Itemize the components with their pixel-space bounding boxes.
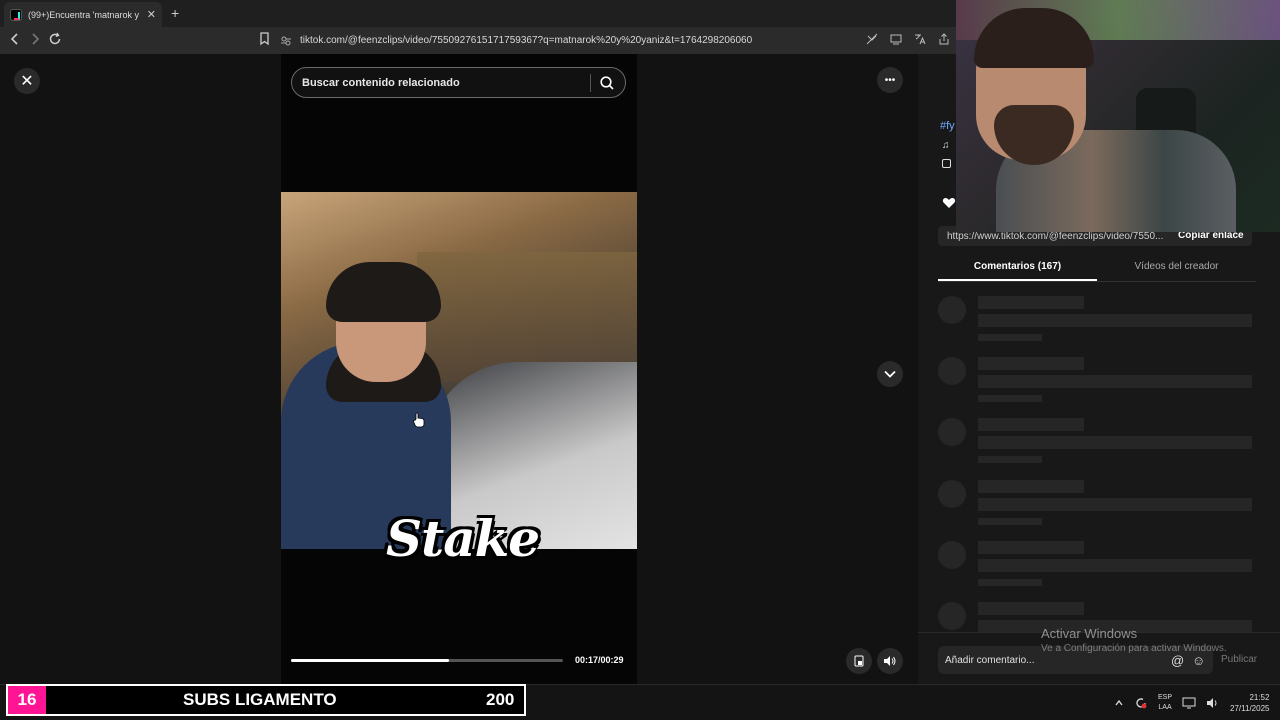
toolbar-icons [866,33,950,45]
comment-skeleton [938,357,1258,407]
volume-icon [884,656,896,666]
video-time: 00:17/00:29 [575,655,624,665]
subs-label: SUBS LIGAMENTO [183,690,337,709]
tab-title: (99+)Encuentra 'matnarok y y [28,9,141,20]
video-column: Buscar contenido relacionado Stake 00:17… [281,54,637,684]
subs-goal: 200 [486,690,515,709]
subs-goal-overlay: 16 SUBS LIGAMENTO 200 [6,684,526,716]
bookmark-icon[interactable] [259,32,270,46]
language-code: ESP [1158,694,1173,701]
language-indicator[interactable]: ESP LAA [1158,693,1172,713]
next-video-button[interactable] [877,361,903,387]
webcam-overlay [956,0,1280,232]
search-placeholder: Buscar contenido relacionado [302,76,460,89]
back-icon[interactable] [10,32,20,46]
hashtag-label[interactable]: #fy [940,120,955,132]
search-icon[interactable] [599,75,615,91]
speaker-icon[interactable] [1206,697,1220,709]
comment-skeleton [938,296,1258,346]
network-icon[interactable] [1182,697,1196,709]
activate-windows-watermark: Activar Windows Ve a Configuración para … [1041,626,1227,654]
related-search-input[interactable]: Buscar contenido relacionado [291,67,626,98]
system-tray: ESP LAA 21:52 27/11/2025 [1114,692,1269,714]
new-tab-button[interactable]: + [171,5,179,21]
url-text[interactable]: tiktok.com/@feenzclips/video/75509276151… [300,35,752,46]
comment-skeleton [938,418,1258,468]
heart-icon[interactable] [942,197,956,209]
video-person-hairline [326,262,441,322]
activate-windows-title: Activar Windows [1041,626,1138,641]
emoji-icon[interactable]: ☺ [1192,653,1205,668]
screen: (99+)Encuentra 'matnarok y y ✕ + tiktok.… [0,0,1280,720]
close-viewer-button[interactable]: ✕ [14,68,40,94]
video-progress-bar[interactable] [291,659,563,662]
panel-tabs: Comentarios (167) Vídeos del creador [938,254,1256,282]
comment-skeleton [938,541,1258,591]
more-options-button[interactable]: ••• [877,67,903,93]
floating-player-icon [854,655,864,667]
video-player[interactable] [281,192,637,549]
sync-icon[interactable] [1134,696,1148,710]
tiktok-favicon-icon [10,8,22,21]
comment-placeholder: Añadir comentario... [945,654,1035,666]
subs-count: 16 [8,686,46,714]
publish-button[interactable]: Publicar [1221,654,1257,665]
comment-skeleton [938,480,1258,530]
cast-icon[interactable] [890,33,902,45]
clock-time: 21:52 [1249,693,1270,702]
translate-icon[interactable] [914,33,926,45]
share-icon[interactable] [938,33,950,45]
clock-date: 27/11/2025 [1230,704,1270,713]
close-tab-icon[interactable]: ✕ [147,8,156,21]
clock[interactable]: 21:52 27/11/2025 [1230,692,1269,714]
video-viewer: ✕ Buscar contenido relacionado Stake 00:… [0,54,918,684]
hand-cursor-icon [413,412,425,428]
capcut-icon [942,159,951,168]
chevron-down-icon [884,370,896,378]
stake-watermark: Stake [386,509,540,568]
tab-creator-videos[interactable]: Vídeos del creador [1097,254,1256,281]
floating-player-button[interactable] [846,648,872,674]
reload-icon[interactable] [48,32,62,46]
site-info-icon[interactable] [280,35,292,47]
share-url-text: https://www.tiktok.com/@feenzclips/video… [947,230,1164,242]
volume-button[interactable] [877,648,903,674]
chevron-up-icon[interactable] [1114,698,1124,708]
search-divider [590,74,591,92]
keyboard-layout: LAA [1158,704,1172,711]
music-icon: ♫ [942,140,950,151]
tracking-off-icon[interactable] [866,33,878,45]
forward-icon[interactable] [30,32,40,46]
video-progress-fill [291,659,449,662]
tab-comments[interactable]: Comentarios (167) [938,254,1097,281]
activate-windows-subtitle: Ve a Configuración para activar Windows. [1041,643,1227,654]
mention-icon[interactable]: @ [1171,653,1184,668]
address-bar[interactable]: tiktok.com/@feenzclips/video/75509276151… [280,30,956,51]
browser-tab[interactable]: (99+)Encuentra 'matnarok y y ✕ [4,2,162,27]
